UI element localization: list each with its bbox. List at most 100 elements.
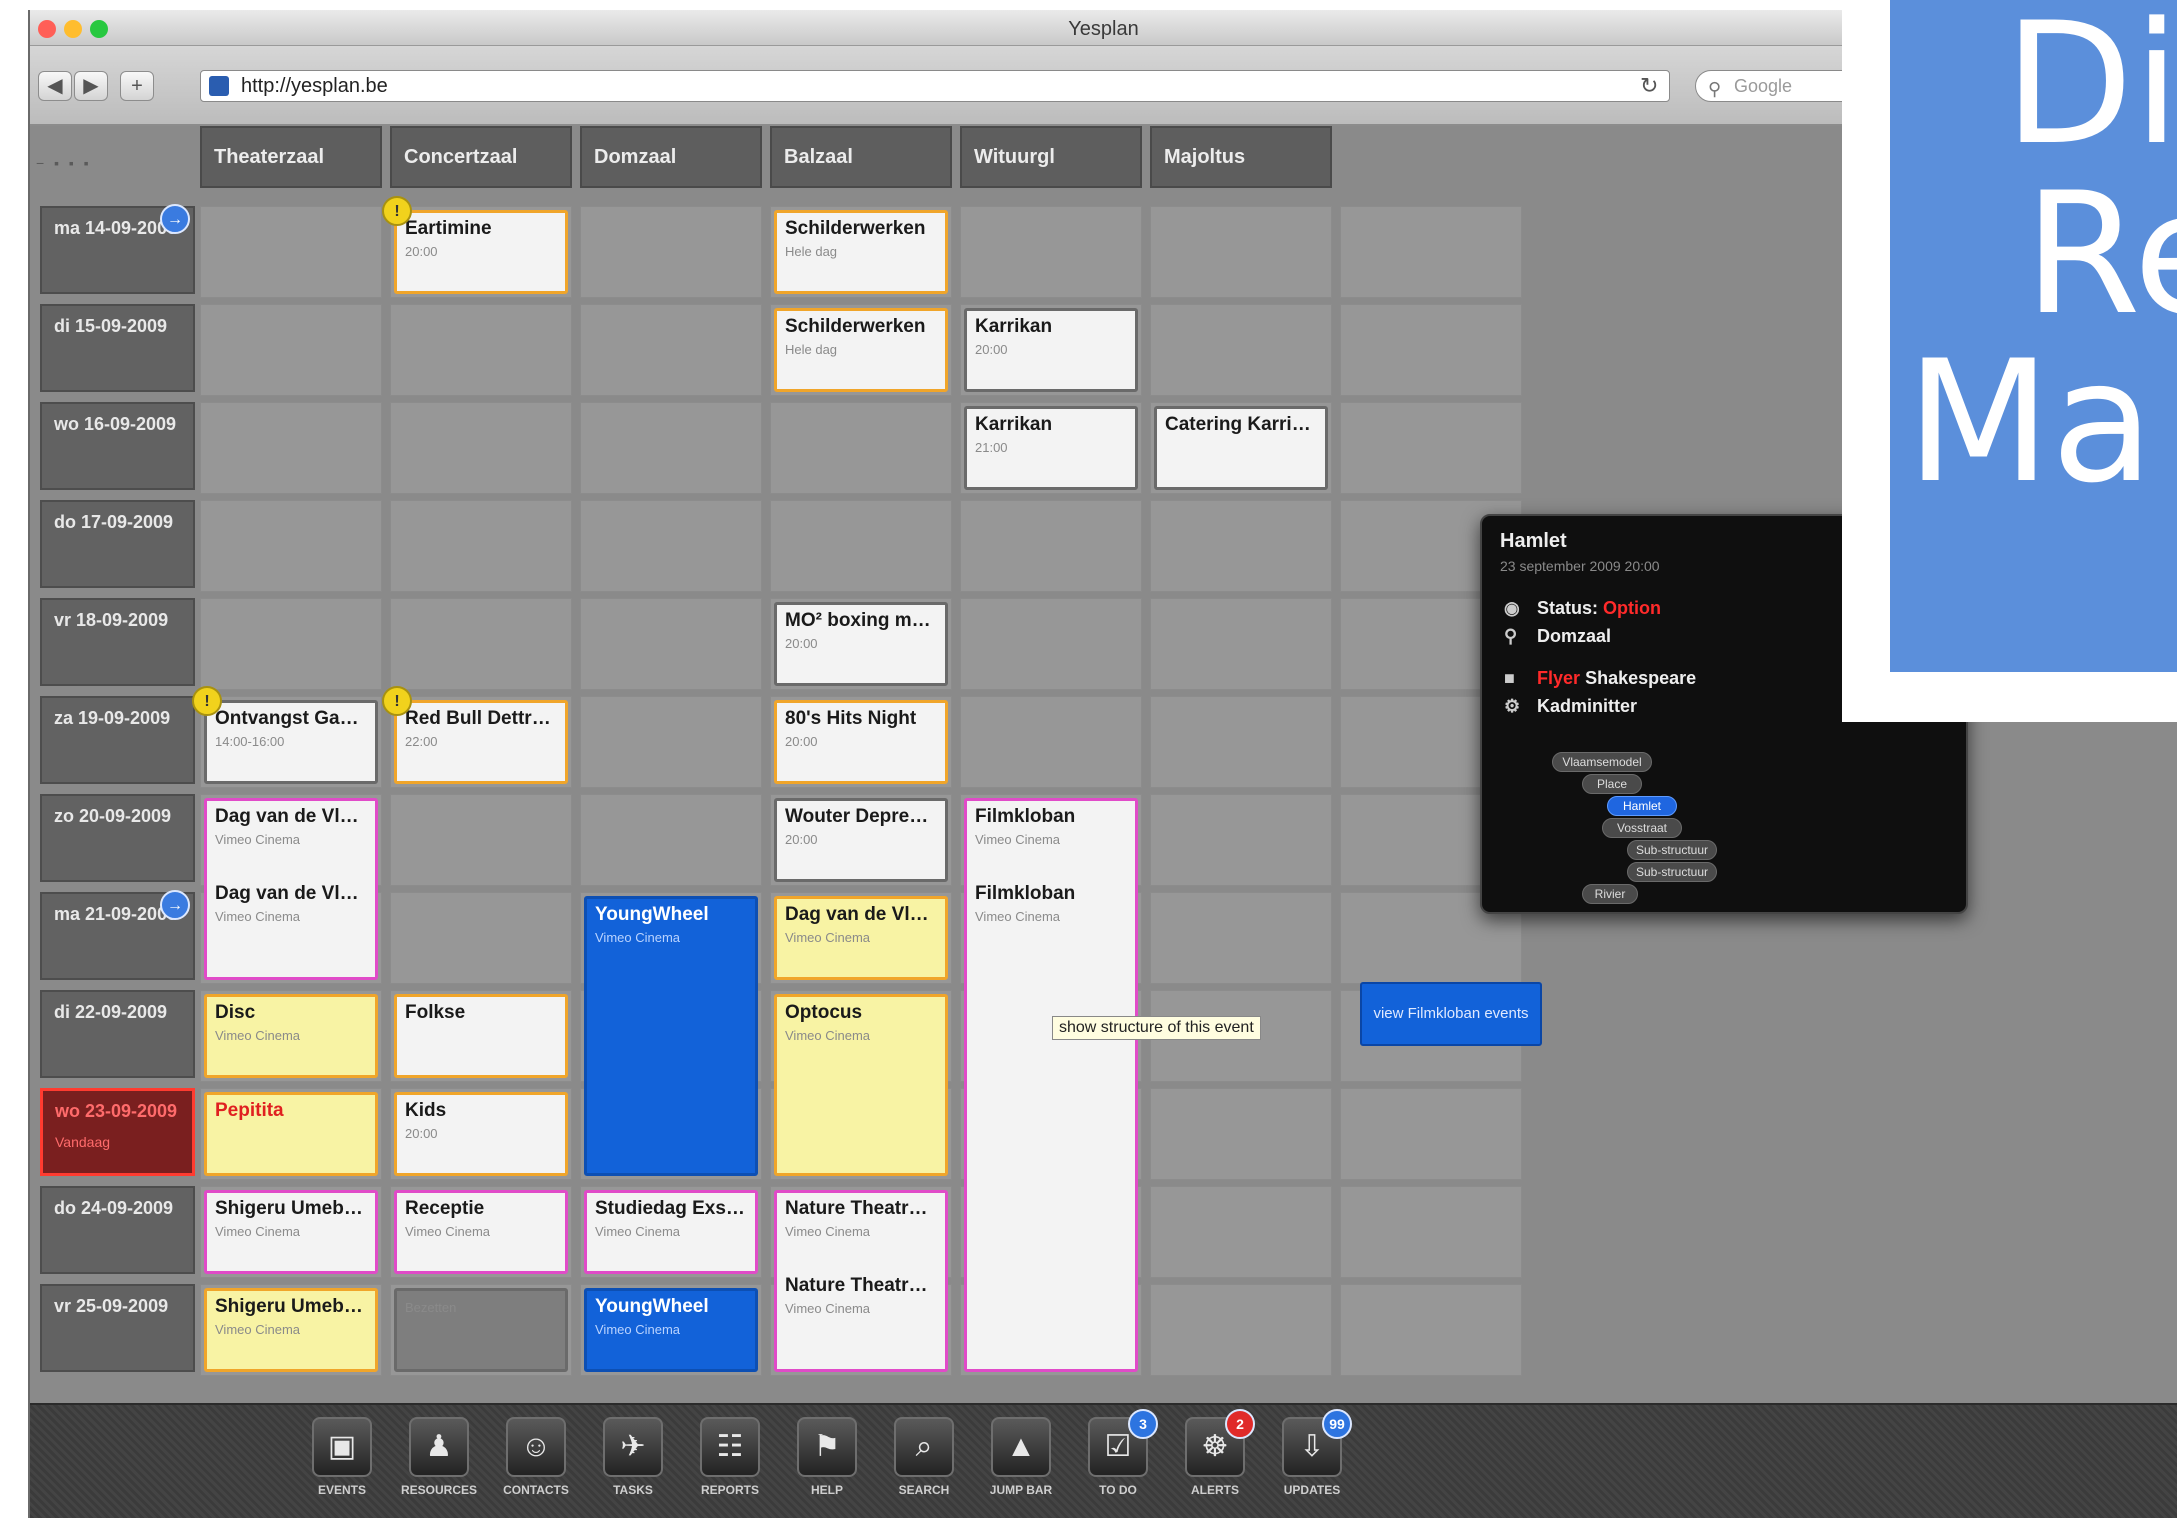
structure-node[interactable]: Vlaamsemodel: [1552, 752, 1652, 772]
event-card[interactable]: Pepitita: [204, 1092, 378, 1176]
column-header[interactable]: Domzaal: [580, 126, 762, 188]
url-bar[interactable]: http://yesplan.be: [200, 70, 1670, 102]
event-card[interactable]: Karrikan 20:00: [964, 308, 1138, 392]
grid-cell[interactable]: [390, 598, 572, 690]
event-card[interactable]: YoungWheel Vimeo Cinema: [584, 1288, 758, 1372]
dock-item-updates[interactable]: ⇩ UPDATES 99: [1262, 1409, 1362, 1513]
alert-badge-icon[interactable]: !: [382, 686, 412, 716]
grid-cell[interactable]: [200, 206, 382, 298]
dock-item-to-do[interactable]: ☑ TO DO 3: [1068, 1409, 1168, 1513]
event-card[interactable]: Receptie Vimeo Cinema: [394, 1190, 568, 1274]
event-card[interactable]: Karrikan 21:00: [964, 406, 1138, 490]
grid-cell[interactable]: [200, 598, 382, 690]
grid-cell[interactable]: [200, 500, 382, 592]
event-card[interactable]: Folkse: [394, 994, 568, 1078]
dock-item-help[interactable]: ⚑ HELP: [777, 1417, 877, 1513]
dock-item-tasks[interactable]: ✈ TASKS: [583, 1417, 683, 1513]
event-card[interactable]: Schilderwerken Hele dag: [774, 308, 948, 392]
event-card[interactable]: YoungWheel Vimeo Cinema: [584, 896, 758, 1176]
grid-cell[interactable]: [200, 304, 382, 396]
event-card[interactable]: Red Bull Dettropedia 22:00: [394, 700, 568, 784]
structure-node-selected[interactable]: Hamlet: [1607, 796, 1677, 816]
grid-cell[interactable]: [1150, 1284, 1332, 1376]
grid-cell[interactable]: [580, 500, 762, 592]
grid-cell[interactable]: [1150, 1088, 1332, 1180]
event-card[interactable]: Ontvangst Gast ... 14:00-16:00: [204, 700, 378, 784]
column-header[interactable]: Theaterzaal: [200, 126, 382, 188]
structure-node[interactable]: Rivier: [1582, 884, 1638, 904]
dock-item-contacts[interactable]: ☺ CONTACTS: [486, 1417, 586, 1513]
grid-cell[interactable]: [390, 794, 572, 886]
grid-cell[interactable]: [580, 206, 762, 298]
column-header[interactable]: Majoltus: [1150, 126, 1332, 188]
grid-cell[interactable]: [580, 696, 762, 788]
event-card[interactable]: Bezetten: [394, 1288, 568, 1372]
grid-cell[interactable]: [1150, 1186, 1332, 1278]
grid-cell[interactable]: [1340, 206, 1522, 298]
grid-cell[interactable]: [1340, 304, 1522, 396]
event-card[interactable]: Optocus Vimeo Cinema: [774, 994, 948, 1176]
grid-cell[interactable]: [200, 402, 382, 494]
event-card[interactable]: Studiedag Exsibit... Vimeo Cinema: [584, 1190, 758, 1274]
dock-item-alerts[interactable]: ☸ ALERTS 2: [1165, 1409, 1265, 1513]
event-card[interactable]: MO² boxing met De... 20:00: [774, 602, 948, 686]
back-button[interactable]: ◀: [38, 71, 72, 101]
dock-item-search[interactable]: ⌕ SEARCH: [874, 1417, 974, 1513]
column-header[interactable]: Balzaal: [770, 126, 952, 188]
event-card[interactable]: Eartimine 20:00: [394, 210, 568, 294]
event-card[interactable]: Filmkloban Vimeo Cinema Filmkloban Vimeo Ci…: [964, 798, 1138, 1372]
dock-item-reports[interactable]: ☷ REPORTS: [680, 1417, 780, 1513]
grid-cell[interactable]: [1150, 304, 1332, 396]
event-card[interactable]: 80's Hits Night 20:00: [774, 700, 948, 784]
column-header[interactable]: Concertzaal: [390, 126, 572, 188]
grid-cell[interactable]: [390, 402, 572, 494]
event-card[interactable]: Nature Theatre of ... Vimeo Cinema Nature …: [774, 1190, 948, 1372]
structure-node[interactable]: Place: [1582, 774, 1642, 794]
alert-badge-icon[interactable]: !: [382, 196, 412, 226]
info-badge-icon[interactable]: →: [160, 890, 190, 920]
grid-cell[interactable]: [580, 304, 762, 396]
grid-cell[interactable]: [1340, 1284, 1522, 1376]
event-card[interactable]: Catering Karrikan: [1154, 406, 1328, 490]
view-events-button[interactable]: view Filmkloban events: [1360, 982, 1542, 1046]
grid-cell[interactable]: [390, 304, 572, 396]
structure-node[interactable]: Vosstraat: [1602, 818, 1682, 838]
grid-cell[interactable]: [1150, 598, 1332, 690]
grid-cell[interactable]: [390, 892, 572, 984]
grid-cell[interactable]: [960, 598, 1142, 690]
grid-cell[interactable]: [770, 500, 952, 592]
grid-cell[interactable]: [1340, 402, 1522, 494]
grid-cell[interactable]: [1150, 696, 1332, 788]
add-bookmark-button[interactable]: +: [120, 71, 154, 101]
event-card[interactable]: Disc Vimeo Cinema: [204, 994, 378, 1078]
event-card[interactable]: Schilderwerken Hele dag: [774, 210, 948, 294]
event-card[interactable]: Dag van de Vlaams... Vimeo Cinema Dag van …: [204, 798, 378, 980]
grid-cell[interactable]: [580, 794, 762, 886]
view-controls[interactable]: − ▪ ▪ ▪: [36, 138, 186, 188]
info-badge-icon[interactable]: →: [160, 204, 190, 234]
dock-item-events[interactable]: ▣ EVENTS: [292, 1417, 392, 1513]
event-card[interactable]: Kids 20:00: [394, 1092, 568, 1176]
event-card[interactable]: Dag van de Vlaams... Vimeo Cinema: [774, 896, 948, 980]
structure-node[interactable]: Sub-structuur: [1627, 840, 1717, 860]
grid-cell[interactable]: [390, 500, 572, 592]
reload-icon[interactable]: ↻: [1640, 73, 1658, 99]
grid-cell[interactable]: [1150, 794, 1332, 886]
grid-cell[interactable]: [1340, 1088, 1522, 1180]
forward-button[interactable]: ▶: [74, 71, 108, 101]
grid-cell[interactable]: [770, 402, 952, 494]
grid-cell[interactable]: [580, 598, 762, 690]
dock-item-resources[interactable]: ♟ RESOURCES: [389, 1417, 489, 1513]
grid-cell[interactable]: [1150, 500, 1332, 592]
structure-node[interactable]: Sub-structuur: [1627, 862, 1717, 882]
grid-cell[interactable]: [1150, 892, 1332, 984]
grid-cell[interactable]: [960, 206, 1142, 298]
grid-cell[interactable]: [960, 696, 1142, 788]
grid-cell[interactable]: [960, 500, 1142, 592]
grid-cell[interactable]: [1150, 206, 1332, 298]
event-card[interactable]: Wouter Deprez & F... 20:00: [774, 798, 948, 882]
grid-cell[interactable]: [1340, 1186, 1522, 1278]
alert-badge-icon[interactable]: !: [192, 686, 222, 716]
event-card[interactable]: Shigeru Umebayashi Vimeo Cinema: [204, 1288, 378, 1372]
event-card[interactable]: Shigeru Umebayashi Vimeo Cinema: [204, 1190, 378, 1274]
